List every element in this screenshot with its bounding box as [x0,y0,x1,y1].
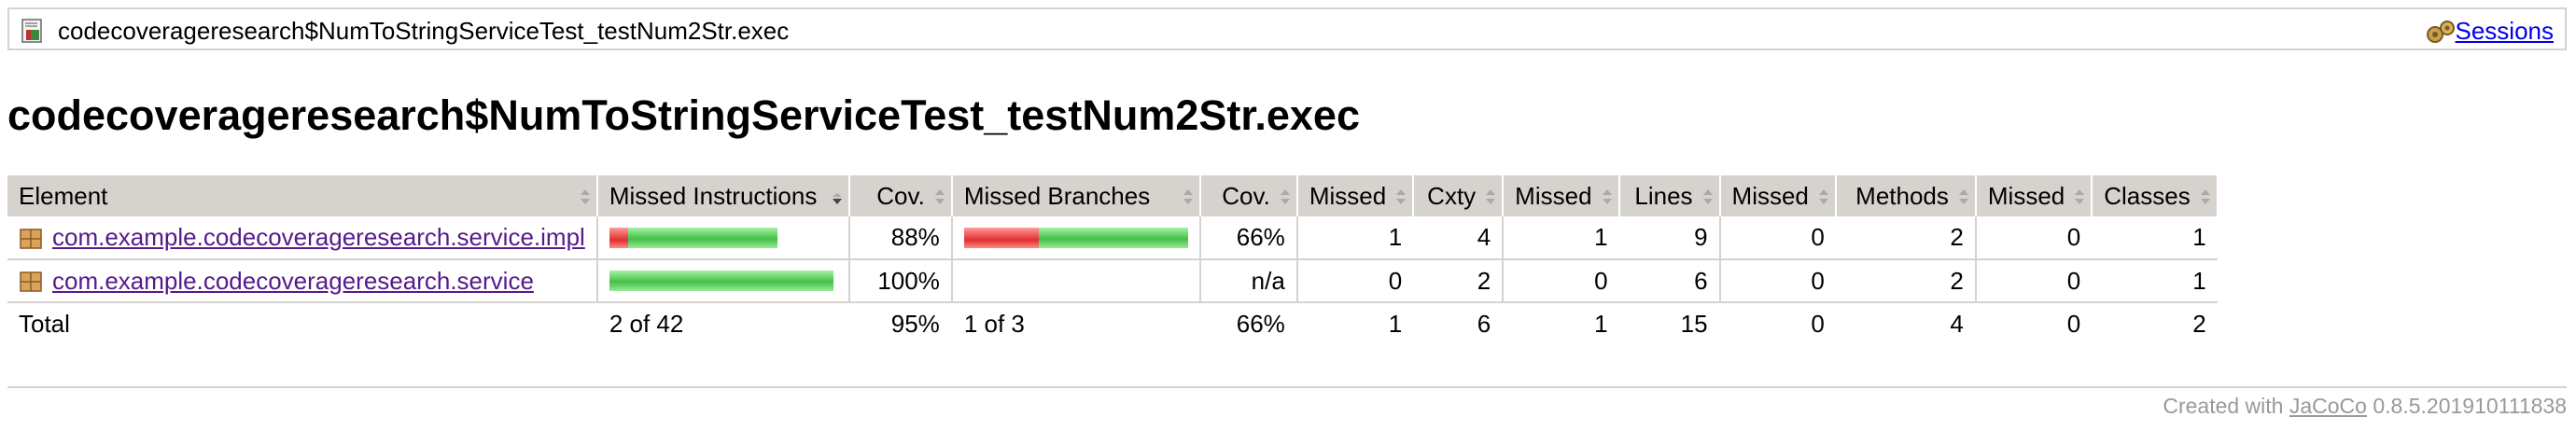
total-missed-lines: 1 [1594,310,1608,338]
session-icon [2427,21,2455,43]
sort-icon [1486,189,1496,204]
total-lines: 15 [1618,302,1721,345]
report-icon [21,19,42,43]
col-element[interactable]: Element [7,175,598,216]
total-missed-instructions: 2 of 42 [596,302,850,345]
col-missed-instructions[interactable]: Missed Instructions [596,175,850,216]
footer: Created with JaCoCo 0.8.5.201910111838 [2163,394,2567,419]
total-row: Total 2 of 42 95% 1 of 3 66% 1 6 1 15 0 … [7,302,2218,345]
lines-cell: 9 [1618,216,1721,260]
bar-missed [609,227,628,248]
sessions-link[interactable]: Sessions [2456,17,2555,45]
missed-methods-cell: 0 [1719,216,1836,260]
total-label: Total [7,302,598,345]
sort-icon [1280,189,1290,204]
package-link[interactable]: com.example.codecoverageresearch.service [52,267,534,296]
col-lines[interactable]: Lines [1618,175,1721,216]
col-missed-methods[interactable]: Missed [1719,175,1837,216]
element-cell: com.example.codecoverageresearch.service… [7,216,598,260]
branch-bar-cell [951,216,1201,260]
table-row: com.example.codecoverageresearch.service… [7,259,2218,303]
instr-bar-cell [596,216,850,260]
bar-covered [627,227,777,248]
col-missed-cxty[interactable]: Missed [1296,175,1415,216]
total-cxty: 6 [1413,302,1505,345]
bar-missed [963,227,1039,248]
sort-icon [1183,189,1193,204]
sort-icon [2075,189,2085,204]
total-missed-branches: 1 of 3 [951,302,1201,345]
branch-cov-cell: n/a [1199,259,1298,303]
sort-icon [1958,189,1968,204]
coverage-table: Element Missed Instructions Cov. Missed … [7,175,2219,345]
total-missed-classes: 0 [2066,310,2081,338]
instr-cov-cell: 88% [848,216,953,260]
breadcrumb: codecoverageresearch$NumToStringServiceT… [7,7,2567,50]
col-missed-lines[interactable]: Missed [1503,175,1620,216]
methods-cell: 2 [1835,216,1977,260]
missed-classes-cell: 0 [1975,259,2093,303]
total-missed-cxty: 1 [1388,310,1403,338]
footer-version: 0.8.5.201910111838 [2373,394,2567,418]
branch-cov-cell: 66% [1199,216,1298,260]
coverage-bar [963,227,1188,248]
sort-icon [580,189,590,204]
total-branch-cov: 66% [1199,302,1298,345]
missed-classes-cell: 0 [1975,216,2093,260]
breadcrumb-title: codecoverageresearch$NumToStringServiceT… [58,17,790,45]
sort-icon [1602,189,1612,204]
cxty-cell: 2 [1413,259,1505,303]
col-branch-cov[interactable]: Cov. [1199,175,1298,216]
sort-icon [1702,189,1713,204]
package-icon [20,271,42,292]
missed-cxty-cell: 0 [1296,259,1414,303]
missed-lines-cell: 1 [1503,216,1619,260]
package-icon [20,228,42,249]
total-classes: 2 [2192,310,2206,338]
coverage-bar [609,227,837,248]
table-row: com.example.codecoverageresearch.service… [7,216,2218,260]
instr-cov-cell: 100% [848,259,953,303]
coverage-bar [609,271,837,291]
methods-cell: 2 [1835,259,1977,303]
missed-lines-cell: 0 [1503,259,1619,303]
col-instr-cov[interactable]: Cov. [848,175,953,216]
page-title: codecoverageresearch$NumToStringServiceT… [7,91,1360,139]
classes-cell: 1 [2092,216,2218,260]
col-classes[interactable]: Classes [2092,175,2219,216]
element-cell: com.example.codecoverageresearch.service [7,259,598,303]
sort-icon [934,189,945,204]
missed-methods-cell: 0 [1719,259,1836,303]
missed-cxty-cell: 1 [1296,216,1414,260]
bar-covered [1038,227,1188,248]
jacoco-link[interactable]: JaCoCo [2289,394,2367,418]
total-missed-methods: 0 [1811,310,1825,338]
col-methods[interactable]: Methods [1835,175,1977,216]
sort-icon [1818,189,1828,204]
col-missed-classes[interactable]: Missed [1975,175,2093,216]
instr-bar-cell [596,259,850,303]
col-cxty[interactable]: Cxty [1413,175,1505,216]
cxty-cell: 4 [1413,216,1505,260]
bar-covered [609,271,833,291]
col-missed-branches[interactable]: Missed Branches [951,175,1201,216]
sort-icon [1396,189,1407,204]
footer-divider [7,386,2567,388]
total-instr-cov: 95% [848,302,953,345]
classes-cell: 1 [2092,259,2218,303]
lines-cell: 6 [1618,259,1721,303]
table-header-row: Element Missed Instructions Cov. Missed … [7,175,2219,216]
package-link[interactable]: com.example.codecoverageresearch.service… [52,223,585,252]
sort-icon [2200,189,2210,204]
footer-prefix: Created with [2163,394,2284,418]
branch-bar-cell [951,259,1201,303]
total-methods: 4 [1835,302,1977,345]
sort-down-icon [832,193,842,204]
